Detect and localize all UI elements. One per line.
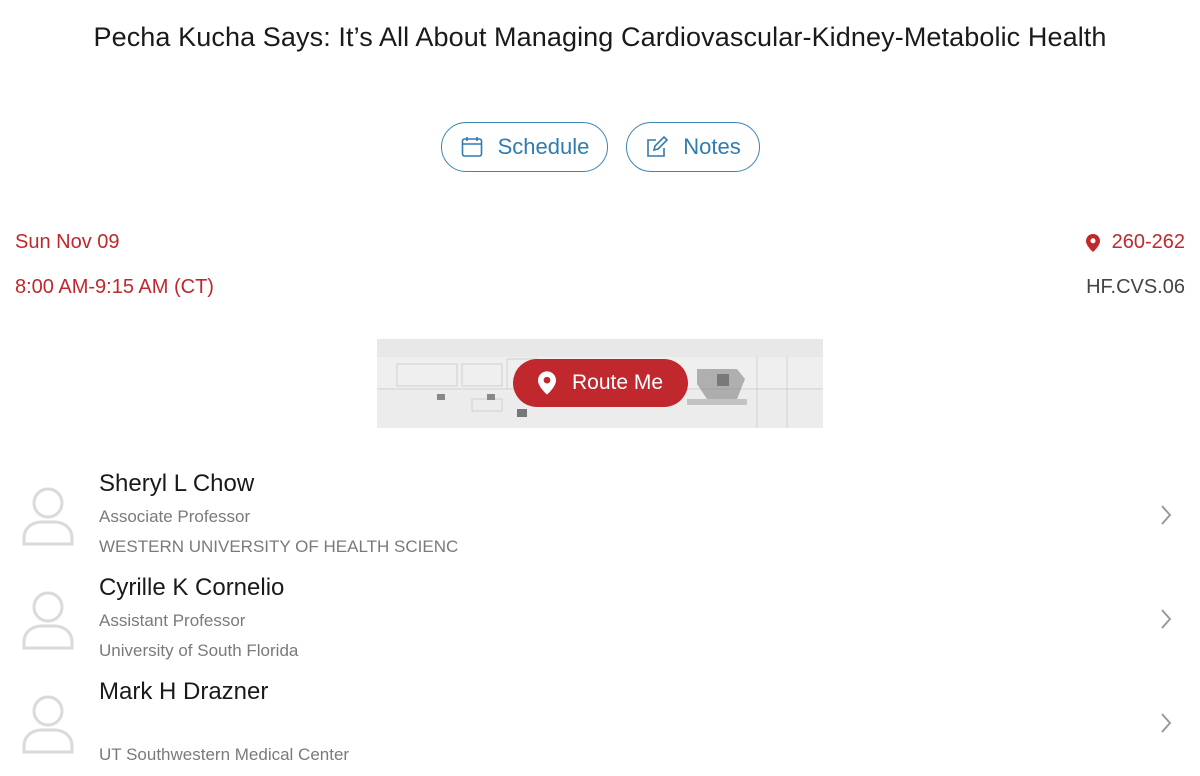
session-code: HF.CVS.06 [1086, 276, 1185, 298]
speaker-name: Cyrille K Cornelio [99, 574, 285, 601]
session-title: Pecha Kucha Says: It’s All About Managin… [93, 22, 1107, 52]
speaker-row[interactable]: Mark H Drazner UT Southwestern Medical C… [0, 674, 1200, 776]
location-pin-icon [1085, 233, 1100, 252]
venue-map[interactable]: Route Me [377, 339, 823, 428]
chevron-right-icon [1161, 609, 1172, 629]
speaker-name: Sheryl L Chow [99, 470, 255, 497]
session-date: Sun Nov 09 [15, 231, 120, 253]
chevron-right-icon [1161, 713, 1172, 733]
edit-note-icon [647, 135, 669, 157]
room-label: 260-262 [1111, 231, 1185, 253]
route-me-button[interactable]: Route Me [513, 359, 688, 407]
speaker-row[interactable]: Cyrille K Cornelio Assistant Professor U… [0, 570, 1200, 674]
user-avatar-icon [22, 695, 74, 754]
speaker-name: Mark H Drazner [99, 678, 269, 705]
session-time: 8:00 AM-9:15 AM (CT) [15, 276, 214, 298]
speaker-organization: University of South Florida [99, 641, 299, 660]
speaker-title: Associate Professor [99, 507, 251, 526]
chevron-right-icon [1161, 505, 1172, 525]
user-avatar-icon [22, 591, 74, 650]
speaker-title: Assistant Professor [99, 611, 246, 630]
notes-button-label: Notes [683, 134, 741, 159]
location-pin-icon [537, 371, 556, 395]
schedule-button-label: Schedule [497, 134, 590, 159]
speaker-organization: UT Southwestern Medical Center [99, 745, 350, 764]
schedule-button[interactable]: Schedule [441, 122, 608, 172]
session-detail-page: Pecha Kucha Says: It’s All About Managin… [0, 0, 1200, 776]
notes-button[interactable]: Notes [626, 122, 760, 172]
speaker-row[interactable]: Sheryl L Chow Associate Professor WESTER… [0, 466, 1200, 570]
calendar-icon [461, 137, 482, 157]
user-avatar-icon [22, 487, 74, 546]
route-me-label: Route Me [571, 371, 664, 394]
speaker-organization: WESTERN UNIVERSITY OF HEALTH SCIENC [99, 537, 459, 556]
session-room: 260-262 [1085, 231, 1185, 254]
